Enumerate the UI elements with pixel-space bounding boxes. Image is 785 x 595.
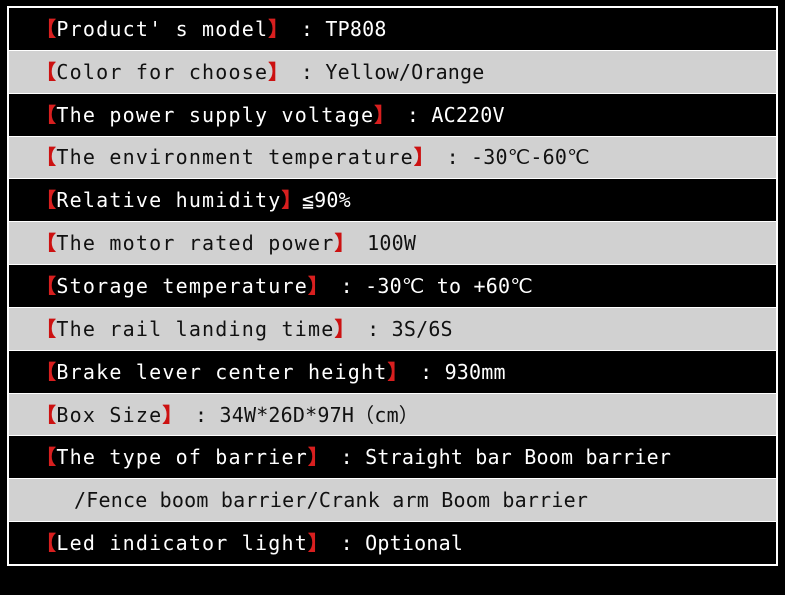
- spec-row-text: 【Box Size】 : 34W*26D*97H（cm）: [36, 405, 419, 425]
- spec-value: 100W: [354, 231, 417, 256]
- spec-row-text: /Fence boom barrier/Crank arm Boom barri…: [36, 490, 588, 510]
- spec-sheet-page: 【Product' s model】 : TP808 【Color for cho…: [0, 0, 785, 595]
- spec-label: Box Size: [56, 402, 163, 427]
- spec-value: : TP808: [288, 16, 387, 41]
- spec-value: : Yellow/Orange: [288, 59, 485, 84]
- spec-label: Storage temperature: [56, 273, 308, 298]
- spec-row: 【The rail landing time】 : 3S/6S: [9, 306, 776, 351]
- spec-row: /Fence boom barrier/Crank arm Boom barri…: [9, 478, 776, 523]
- bracket-close-marker: 】: [374, 102, 395, 127]
- spec-value: : 930mm: [407, 359, 506, 384]
- spec-value: : 3S/6S: [354, 316, 453, 341]
- spec-value: : -30℃-60℃: [434, 145, 590, 170]
- spec-row-text: 【The motor rated power】 100W: [36, 233, 416, 253]
- spec-row: 【The type of barrier】 : Straight bar Boo…: [9, 436, 776, 479]
- bracket-open-marker: 【: [36, 359, 57, 384]
- spec-label: Color for choose: [56, 59, 269, 84]
- bracket-open-marker: 【: [36, 273, 57, 298]
- spec-row-text: 【Brake lever center height】 : 930mm: [36, 362, 506, 382]
- spec-row-text: 【The rail landing time】 : 3S/6S: [36, 319, 453, 339]
- bracket-open-marker: 【: [36, 445, 57, 470]
- bracket-open-marker: 【: [36, 145, 57, 170]
- spec-row: 【Storage temperature】 : -30℃ to +60℃: [9, 265, 776, 307]
- bracket-close-marker: 】: [413, 145, 435, 170]
- spec-row: 【Product' s model】 : TP808: [9, 8, 776, 50]
- bracket-open-marker: 【: [36, 102, 57, 127]
- bracket-close-marker: 】: [308, 445, 329, 470]
- bracket-close-marker: 】: [308, 531, 329, 556]
- spec-row-text: 【The power supply voltage】 : AC220V: [36, 105, 505, 125]
- bracket-close-marker: 】: [334, 231, 355, 256]
- bracket-close-marker: 】: [162, 402, 183, 427]
- spec-label: The motor rated power: [56, 231, 335, 256]
- spec-row: 【The power supply voltage】 : AC220V: [9, 93, 776, 136]
- bracket-open-marker: 【: [36, 531, 57, 556]
- spec-row: 【Brake lever center height】 : 930mm: [9, 350, 776, 393]
- spec-row-text: 【Storage temperature】 : -30℃ to +60℃: [36, 276, 533, 296]
- spec-row: 【Box Size】 : 34W*26D*97H（cm）: [9, 392, 776, 437]
- spec-value: : Optional: [328, 531, 464, 556]
- spec-row-text: 【Led indicator light】 : Optional: [36, 533, 463, 553]
- spec-value: : 34W*26D*97H（cm）: [182, 402, 420, 427]
- spec-row-text: 【Relative humidity】≦90%: [36, 190, 351, 210]
- bracket-close-marker: 】: [268, 59, 289, 84]
- spec-row-text: 【Product' s model】 : TP808: [36, 19, 387, 39]
- spec-label: The type of barrier: [56, 445, 308, 470]
- spec-row: 【The motor rated power】 100W: [9, 221, 776, 266]
- spec-value: ≦90%: [301, 188, 351, 213]
- spec-row-text: 【The environment temperature】 : -30℃-60℃: [36, 147, 590, 167]
- spec-row-text: 【The type of barrier】 : Straight bar Boo…: [36, 447, 671, 467]
- bracket-open-marker: 【: [36, 231, 57, 256]
- spec-value: : Straight bar Boom barrier: [328, 445, 672, 470]
- spec-label: Product' s model: [56, 16, 269, 41]
- bracket-open-marker: 【: [36, 402, 57, 427]
- bracket-open-marker: 【: [36, 59, 57, 84]
- bracket-close-marker: 】: [268, 16, 289, 41]
- bracket-open-marker: 【: [36, 16, 57, 41]
- spec-label: Brake lever center height: [56, 359, 388, 384]
- spec-value: : AC220V: [394, 102, 505, 127]
- bracket-open-marker: 【: [36, 316, 57, 341]
- spec-label: Relative humidity: [56, 188, 282, 213]
- spec-row: 【Led indicator light】 : Optional: [9, 522, 776, 564]
- spec-row: 【Color for choose】 : Yellow/Orange: [9, 49, 776, 94]
- spec-value: /Fence boom barrier/Crank arm Boom barri…: [74, 488, 589, 513]
- spec-label: The power supply voltage: [56, 102, 375, 127]
- bracket-close-marker: 】: [387, 359, 408, 384]
- spec-row-text: 【Color for choose】 : Yellow/Orange: [36, 62, 485, 82]
- spec-row: 【The environment temperature】 : -30℃-60℃: [9, 135, 776, 180]
- bracket-close-marker: 】: [334, 316, 355, 341]
- spec-label: Led indicator light: [56, 531, 308, 556]
- spec-label: The rail landing time: [56, 316, 335, 341]
- spec-row: 【Relative humidity】≦90%: [9, 179, 776, 222]
- specification-table: 【Product' s model】 : TP808 【Color for cho…: [7, 6, 778, 566]
- spec-value: : -30℃ to +60℃: [328, 273, 533, 298]
- bracket-open-marker: 【: [36, 188, 57, 213]
- spec-label: The environment temperature: [56, 145, 414, 170]
- bracket-close-marker: 】: [281, 188, 302, 213]
- bracket-close-marker: 】: [308, 273, 329, 298]
